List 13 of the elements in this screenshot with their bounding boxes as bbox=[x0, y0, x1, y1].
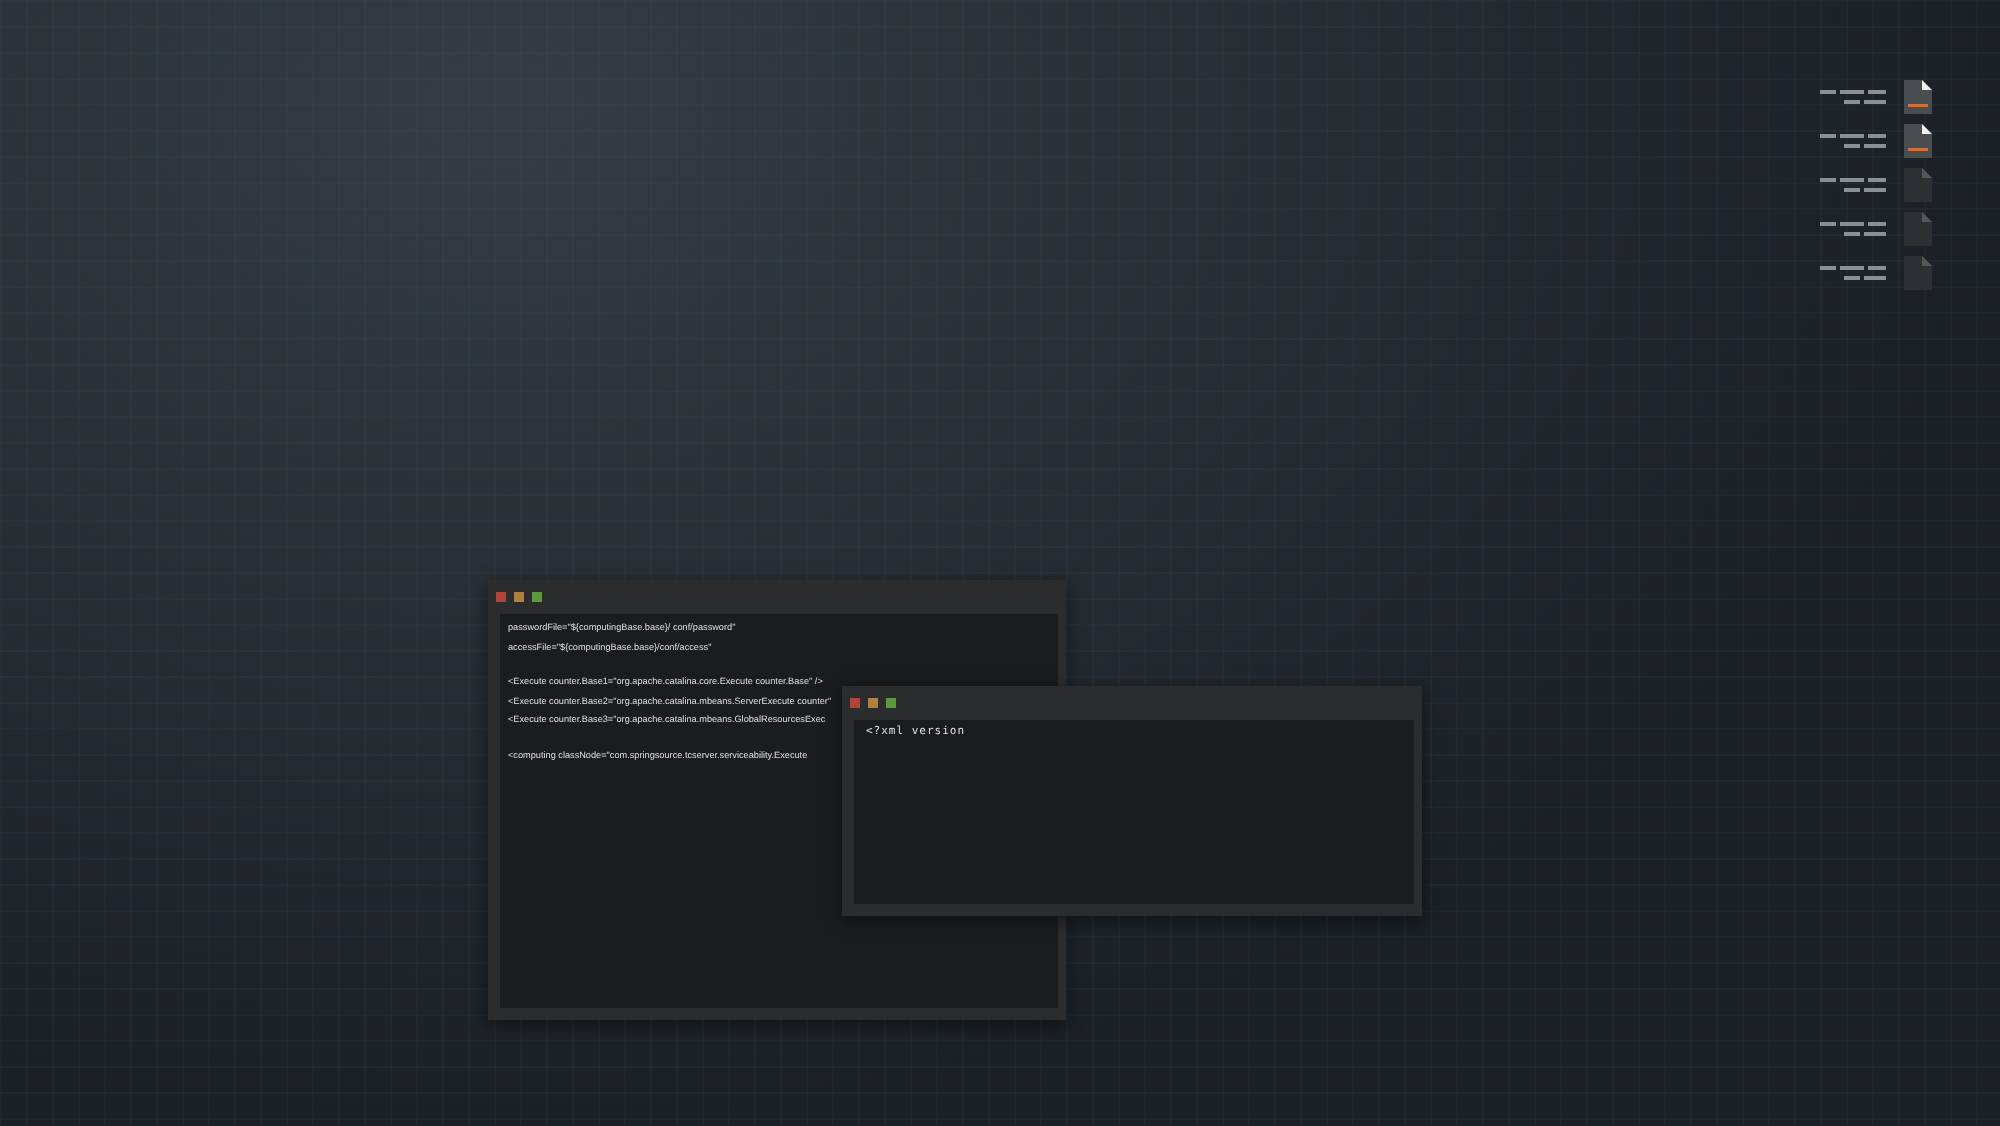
document-icon[interactable] bbox=[1904, 80, 1932, 114]
close-button[interactable] bbox=[496, 592, 506, 602]
file-info-drawing bbox=[1820, 263, 1888, 283]
document-icon[interactable] bbox=[1904, 124, 1932, 158]
file-info-drawing bbox=[1820, 219, 1888, 239]
maximize-button[interactable] bbox=[886, 698, 896, 708]
file-info-drawing bbox=[1820, 131, 1888, 151]
file-info-drawing bbox=[1820, 87, 1888, 107]
minimize-button[interactable] bbox=[514, 592, 524, 602]
minimize-button[interactable] bbox=[868, 698, 878, 708]
file-info-drawing bbox=[1820, 175, 1888, 195]
maximize-button[interactable] bbox=[532, 592, 542, 602]
close-button[interactable] bbox=[850, 698, 860, 708]
